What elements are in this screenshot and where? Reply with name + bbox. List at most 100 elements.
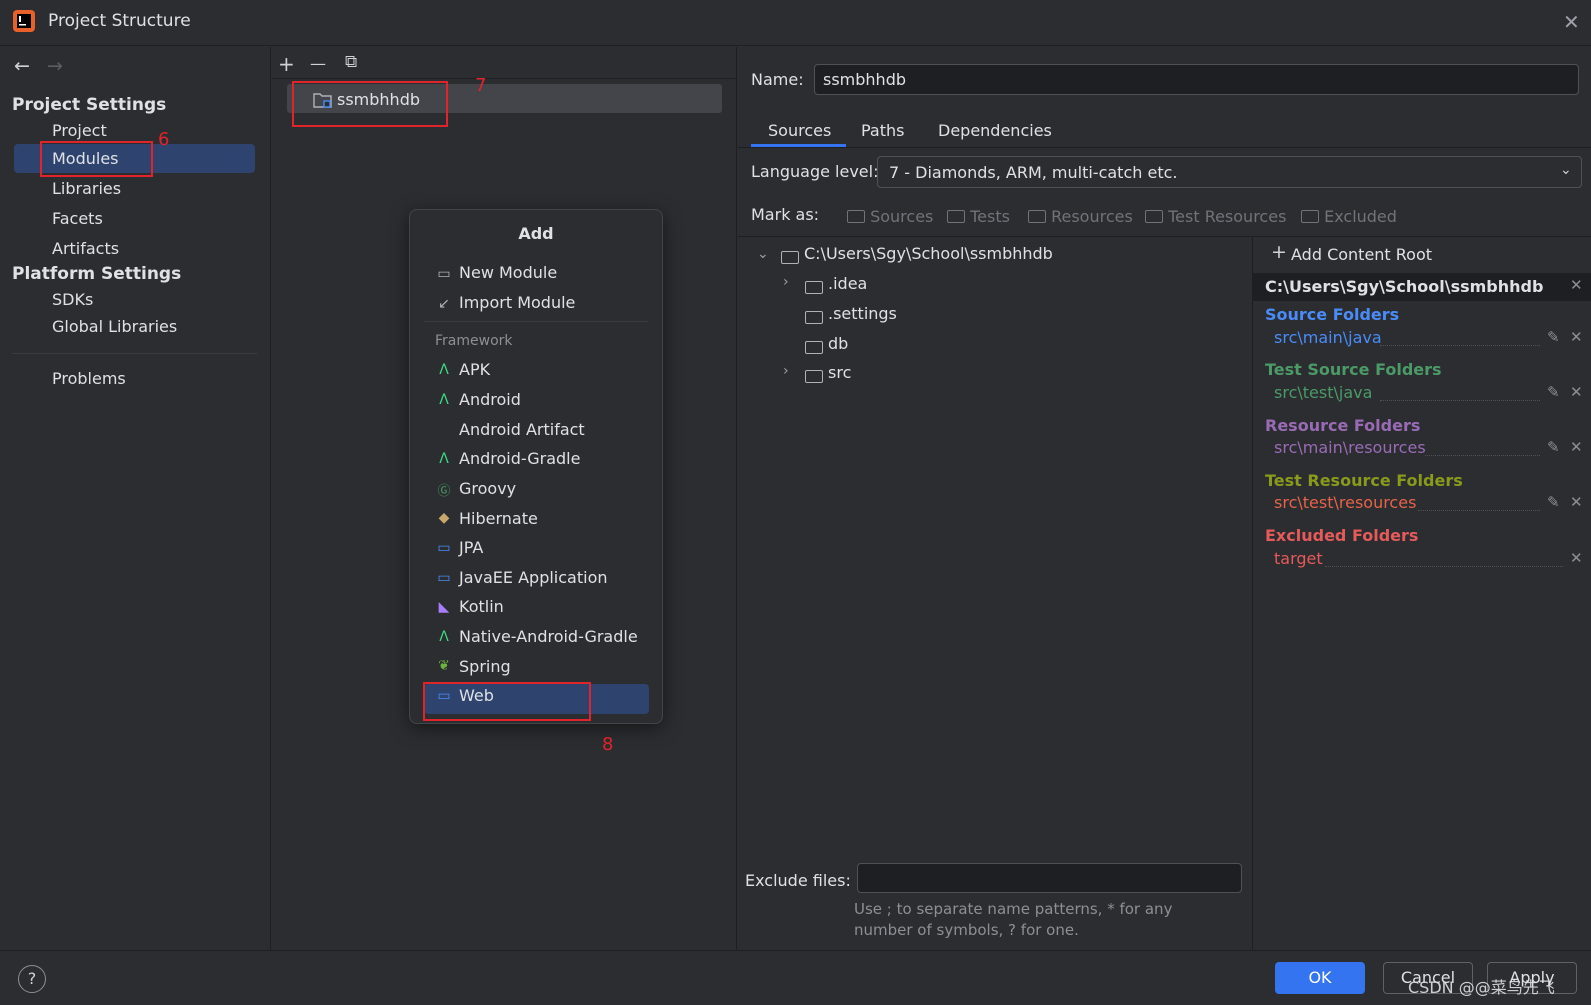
popup-item-kotlin[interactable]: Kotlin (459, 597, 504, 616)
test-source-folders-heading: Test Source Folders (1265, 360, 1442, 379)
mark-divider (738, 236, 1591, 237)
chevron-right-icon[interactable]: › (783, 363, 789, 379)
tree-item-idea[interactable]: .idea (828, 274, 867, 293)
content-root-path: C:\Users\Sgy\School\ssmbhhdb (1265, 277, 1544, 296)
remove-icon[interactable]: ✕ (1570, 328, 1583, 346)
exclude-files-input[interactable] (857, 863, 1242, 893)
popup-item-hibernate[interactable]: Hibernate (459, 509, 538, 528)
annotation-box-7 (292, 81, 448, 127)
folder-icon (805, 308, 823, 327)
nav-item-project[interactable]: Project (52, 121, 107, 140)
back-arrow-icon[interactable]: ← (14, 55, 30, 77)
dotted-leader (1418, 510, 1540, 511)
exclude-hint-line-2: number of symbols, ? for one. (854, 921, 1079, 939)
excluded-folder-path: target (1274, 549, 1323, 568)
popup-item-apk[interactable]: APK (459, 360, 490, 379)
popup-item-import-module[interactable]: Import Module (459, 293, 575, 312)
tree-item-src[interactable]: src (828, 363, 851, 382)
edit-pencil-icon[interactable]: ✎ (1547, 438, 1560, 456)
project-settings-heading: Project Settings (12, 95, 167, 115)
resource-folder-path: src\main\resources (1274, 438, 1426, 457)
module-name-input[interactable] (814, 64, 1579, 95)
nav-item-problems[interactable]: Problems (52, 369, 126, 388)
chevron-right-icon[interactable]: › (783, 274, 789, 290)
tab-sources[interactable]: Sources (768, 121, 831, 140)
tree-item-settings[interactable]: .settings (828, 304, 897, 323)
exclude-hint-line-1: Use ; to separate name patterns, * for a… (854, 900, 1173, 918)
tab-dependencies[interactable]: Dependencies (938, 121, 1052, 140)
import-module-icon: ↙ (438, 296, 450, 312)
folder-icon (947, 210, 965, 223)
popup-item-native-android-gradle[interactable]: Native-Android-Gradle (459, 627, 638, 646)
nav-item-facets[interactable]: Facets (52, 209, 103, 228)
excluded-folders-heading: Excluded Folders (1265, 526, 1419, 545)
folder-icon (805, 338, 823, 357)
folder-icon (847, 210, 865, 223)
language-level-label: Language level: (751, 162, 879, 181)
source-folders-heading: Source Folders (1265, 305, 1400, 324)
ok-button[interactable]: OK (1275, 962, 1365, 994)
copy-icon[interactable]: ⧉ (345, 52, 357, 72)
kotlin-icon: ◣ (438, 599, 450, 615)
mark-resources-button[interactable]: Resources (1028, 207, 1133, 226)
settings-nav-pane (0, 47, 271, 950)
chevron-down-icon[interactable]: ⌄ (757, 246, 769, 262)
new-module-icon: ▭ (437, 266, 451, 282)
add-icon: + (1271, 241, 1287, 263)
chevron-down-icon: ⌄ (1560, 162, 1572, 178)
javaee-icon: ▭ (437, 570, 451, 586)
edit-pencil-icon[interactable]: ✎ (1547, 383, 1560, 401)
popup-item-spring[interactable]: Spring (459, 657, 511, 676)
popup-item-new-module[interactable]: New Module (459, 263, 557, 282)
source-folder-path: src\main\java (1274, 328, 1382, 347)
mark-test-resources-button[interactable]: Test Resources (1145, 207, 1286, 226)
nav-item-global-libraries[interactable]: Global Libraries (52, 317, 177, 336)
popup-item-javaee-application[interactable]: JavaEE Application (459, 568, 608, 587)
add-icon[interactable]: + (278, 52, 295, 76)
nav-item-sdks[interactable]: SDKs (52, 290, 93, 309)
annotation-box-8 (423, 682, 591, 721)
title-bar (0, 0, 1591, 46)
edit-pencil-icon[interactable]: ✎ (1547, 328, 1560, 346)
mark-tests-button[interactable]: Tests (947, 207, 1010, 226)
nav-item-artifacts[interactable]: Artifacts (52, 239, 119, 258)
toolbar-separator (272, 78, 737, 79)
popup-item-groovy[interactable]: Groovy (459, 479, 516, 498)
tab-paths[interactable]: Paths (861, 121, 904, 140)
groovy-icon: Ⓖ (437, 484, 451, 499)
android-icon: ᐱ (439, 362, 449, 378)
popup-item-android[interactable]: Android (459, 390, 521, 409)
mark-resources-label: Resources (1051, 207, 1133, 226)
mark-excluded-button[interactable]: Excluded (1301, 207, 1397, 226)
remove-icon[interactable]: — (310, 54, 326, 73)
tree-item-db[interactable]: db (828, 334, 848, 353)
test-resource-folder-path: src\test\resources (1274, 493, 1417, 512)
annotation-number-8: 8 (602, 734, 614, 755)
pane-splitter[interactable] (1252, 236, 1253, 950)
popup-item-jpa[interactable]: JPA (459, 538, 483, 557)
mark-sources-button[interactable]: Sources (847, 207, 933, 226)
remove-icon[interactable]: ✕ (1570, 383, 1583, 401)
hibernate-icon: ◆ (438, 510, 450, 526)
test-source-folder-path: src\test\java (1274, 383, 1373, 402)
remove-icon[interactable]: ✕ (1570, 493, 1583, 511)
dotted-leader (1425, 455, 1540, 456)
annotation-number-6: 6 (158, 129, 170, 150)
help-button[interactable]: ? (18, 965, 46, 993)
remove-content-root-icon[interactable]: ✕ (1570, 276, 1583, 294)
exclude-files-label: Exclude files: (745, 871, 851, 890)
tree-root[interactable]: C:\Users\Sgy\School\ssmbhhdb (804, 244, 1053, 263)
popup-title: Add (518, 224, 554, 243)
edit-pencil-icon[interactable]: ✎ (1547, 493, 1560, 511)
remove-icon[interactable]: ✕ (1570, 438, 1583, 456)
add-content-root-button[interactable]: Add Content Root (1291, 245, 1432, 264)
nav-divider (12, 353, 257, 354)
dotted-leader (1325, 566, 1563, 567)
nav-item-libraries[interactable]: Libraries (52, 179, 121, 198)
popup-item-android-gradle[interactable]: Android-Gradle (459, 449, 580, 468)
dotted-leader (1380, 400, 1540, 401)
close-icon[interactable]: ✕ (1563, 10, 1580, 34)
remove-icon[interactable]: ✕ (1570, 549, 1583, 567)
popup-item-android-artifact[interactable]: Android Artifact (459, 420, 585, 439)
forward-arrow-icon[interactable]: → (47, 55, 63, 77)
